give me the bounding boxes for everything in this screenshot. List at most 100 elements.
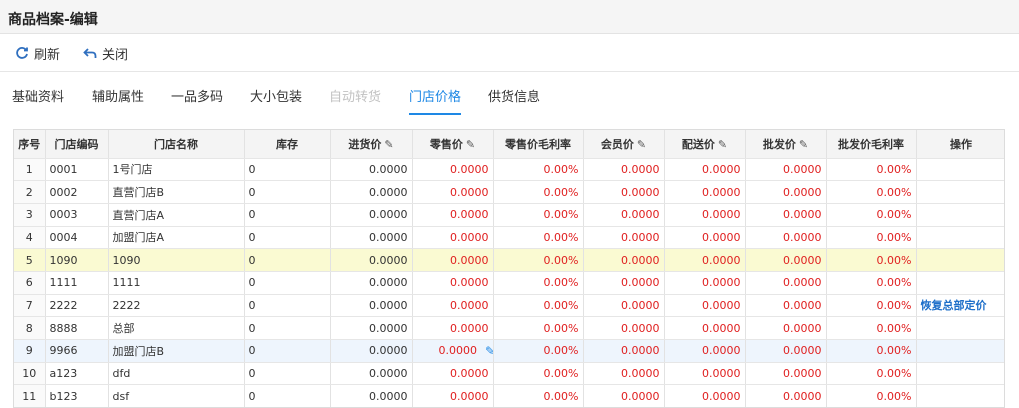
- cell-retail-price[interactable]: 0.0000: [412, 180, 494, 204]
- cell-purchase-price[interactable]: 0.0000: [330, 294, 413, 318]
- cell-purchase-price[interactable]: 0.0000: [330, 316, 413, 340]
- cell-store-code: 8888: [45, 316, 109, 340]
- cell-stock: 0: [244, 316, 331, 340]
- cell-no: 7: [14, 294, 46, 318]
- cell-wholesale-price[interactable]: 0.0000: [745, 180, 827, 204]
- cell-retail-price[interactable]: 0.0000 ✎: [412, 339, 494, 363]
- cell-action: [916, 384, 1004, 407]
- close-button[interactable]: 关闭: [82, 44, 128, 63]
- col-header-stock: 库存: [244, 130, 331, 159]
- table-row[interactable]: 7 2222 2222 0 0.0000 0.0000 0.00% 0.0000 0.0000 0…: [14, 294, 1004, 318]
- cell-wholesale-price[interactable]: 0.0000: [745, 316, 827, 340]
- cell-purchase-price[interactable]: 0.0000: [330, 384, 413, 407]
- tab-package-size[interactable]: 大小包装: [250, 86, 302, 113]
- cell-retail-price[interactable]: 0.0000: [412, 203, 494, 227]
- cell-retail-price[interactable]: 0.0000: [412, 158, 494, 182]
- pencil-icon: ✎: [465, 137, 476, 151]
- cell-delivery-price[interactable]: 0.0000: [664, 316, 746, 340]
- cell-delivery-price[interactable]: 0.0000: [664, 339, 746, 363]
- cell-wholesale-price[interactable]: 0.0000: [745, 226, 827, 250]
- cell-member-price[interactable]: 0.0000: [583, 316, 665, 340]
- cell-purchase-price[interactable]: 0.0000: [330, 271, 413, 295]
- pencil-icon: ✎: [384, 137, 394, 151]
- cell-retail-margin: 0.00%: [493, 203, 584, 227]
- cell-member-price[interactable]: 0.0000: [583, 248, 665, 272]
- table-row[interactable]: 3 0003 直营门店A 0 0.0000 0.0000 0.00% 0.0000 0.0000…: [14, 203, 1004, 227]
- cell-delivery-price[interactable]: 0.0000: [664, 203, 746, 227]
- cell-action[interactable]: 恢复总部定价: [916, 294, 1004, 318]
- cell-wholesale-price[interactable]: 0.0000: [745, 158, 827, 182]
- cell-retail-price[interactable]: 0.0000: [412, 316, 494, 340]
- table-row[interactable]: 5 1090 1090 0 0.0000 0.0000 0.00% 0.0000 0.0000 0…: [14, 248, 1004, 272]
- cell-purchase-price[interactable]: 0.0000: [330, 158, 413, 182]
- cell-purchase-price[interactable]: 0.0000: [330, 226, 413, 250]
- cell-member-price[interactable]: 0.0000: [583, 203, 665, 227]
- cell-retail-price[interactable]: 0.0000: [412, 248, 494, 272]
- back-arrow-icon: [83, 48, 97, 58]
- cell-retail-price[interactable]: 0.0000: [412, 384, 494, 407]
- cell-retail-price[interactable]: 0.0000: [412, 271, 494, 295]
- cell-purchase-price[interactable]: 0.0000: [330, 203, 413, 227]
- tab-supply-info[interactable]: 供货信息: [488, 86, 540, 113]
- table-row[interactable]: 4 0004 加盟门店A 0 0.0000 0.0000 0.00% 0.0000 0.0000…: [14, 226, 1004, 250]
- cell-purchase-price[interactable]: 0.0000: [330, 180, 413, 204]
- cell-delivery-price[interactable]: 0.0000: [664, 180, 746, 204]
- table-row[interactable]: 6 1111 1111 0 0.0000 0.0000 0.00% 0.0000 0.0000 0…: [14, 271, 1004, 295]
- table-row[interactable]: 99966加盟门店B00.00000.0000✎0.00%0.00000.000…: [14, 339, 1004, 363]
- cell-purchase-price[interactable]: 0.0000: [330, 339, 413, 363]
- cell-delivery-price[interactable]: 0.0000: [664, 294, 746, 318]
- cell-member-price[interactable]: 0.0000: [583, 384, 665, 407]
- cell-retail-price[interactable]: 0.0000: [412, 362, 494, 386]
- cell-member-price[interactable]: 0.0000: [583, 180, 665, 204]
- cell-member-price[interactable]: 0.0000: [583, 362, 665, 386]
- cell-purchase-price[interactable]: 0.0000: [330, 362, 413, 386]
- cell-store-name: 总部: [108, 316, 245, 340]
- cell-wholesale-price[interactable]: 0.0000: [745, 294, 827, 318]
- refresh-button[interactable]: 刷新: [14, 44, 60, 63]
- cell-wholesale-price[interactable]: 0.0000: [745, 362, 827, 386]
- cell-retail-price[interactable]: 0.0000: [412, 294, 494, 318]
- table-row[interactable]: 11 b123 dsf 0 0.0000 0.0000 0.00% 0.0000 0.0000 0…: [14, 384, 1004, 407]
- cell-stock: 0: [244, 294, 331, 318]
- cell-action: [916, 180, 1004, 204]
- cell-retail-margin: 0.00%: [493, 339, 584, 363]
- store-price-table: 序号 门店编码 门店名称 库存 进货价 ✎ 零售价 ✎ 零售价毛利率 会员价 ✎ 配送…: [14, 130, 1004, 407]
- retail-price-editor[interactable]: 0.0000 ✎: [417, 344, 493, 358]
- cell-delivery-price[interactable]: 0.0000: [664, 248, 746, 272]
- cell-retail-price[interactable]: 0.0000: [412, 226, 494, 250]
- cell-purchase-price[interactable]: 0.0000: [330, 248, 413, 272]
- cell-action: [916, 316, 1004, 340]
- tab-multi-barcode[interactable]: 一品多码: [171, 86, 223, 113]
- cell-member-price[interactable]: 0.0000: [583, 158, 665, 182]
- cell-wholesale-price[interactable]: 0.0000: [745, 248, 827, 272]
- cell-member-price[interactable]: 0.0000: [583, 271, 665, 295]
- cell-wholesale-price[interactable]: 0.0000: [745, 339, 827, 363]
- cell-wholesale-price[interactable]: 0.0000: [745, 384, 827, 407]
- cell-delivery-price[interactable]: 0.0000: [664, 158, 746, 182]
- cell-delivery-price[interactable]: 0.0000: [664, 384, 746, 407]
- cell-stock: 0: [244, 271, 331, 295]
- table-row[interactable]: 10 a123 dfd 0 0.0000 0.0000 0.00% 0.0000 0.0000 0…: [14, 362, 1004, 386]
- cell-wholesale-margin: 0.00%: [826, 316, 917, 340]
- tab-basic-info[interactable]: 基础资料: [12, 86, 64, 113]
- cell-member-price[interactable]: 0.0000: [583, 226, 665, 250]
- table-row[interactable]: 8 8888 总部 0 0.0000 0.0000 0.00% 0.0000 0.0000 0.0…: [14, 316, 1004, 340]
- cell-wholesale-price[interactable]: 0.0000: [745, 203, 827, 227]
- store-price-grid: 序号 门店编码 门店名称 库存 进货价 ✎ 零售价 ✎ 零售价毛利率 会员价 ✎ 配送…: [13, 129, 1005, 408]
- table-row[interactable]: 2 0002 直营门店B 0 0.0000 0.0000 0.00% 0.0000 0.0000…: [14, 180, 1004, 204]
- cell-delivery-price[interactable]: 0.0000: [664, 271, 746, 295]
- tab-aux-attributes[interactable]: 辅助属性: [92, 86, 144, 113]
- cell-no: 10: [14, 362, 46, 386]
- cell-delivery-price[interactable]: 0.0000: [664, 362, 746, 386]
- cell-delivery-price[interactable]: 0.0000: [664, 226, 746, 250]
- cell-member-price[interactable]: 0.0000: [583, 294, 665, 318]
- cell-store-code: a123: [45, 362, 109, 386]
- cell-retail-margin: 0.00%: [493, 226, 584, 250]
- table-row[interactable]: 1 0001 1号门店 0 0.0000 0.0000 0.00% 0.0000 0.0000 0…: [14, 158, 1004, 182]
- tab-store-price[interactable]: 门店价格: [409, 86, 462, 115]
- pencil-icon[interactable]: ✎: [485, 344, 492, 358]
- window-title: 商品档案-编辑: [8, 12, 98, 28]
- cell-store-code: 0004: [45, 226, 109, 250]
- cell-member-price[interactable]: 0.0000: [583, 339, 665, 363]
- cell-wholesale-price[interactable]: 0.0000: [745, 271, 827, 295]
